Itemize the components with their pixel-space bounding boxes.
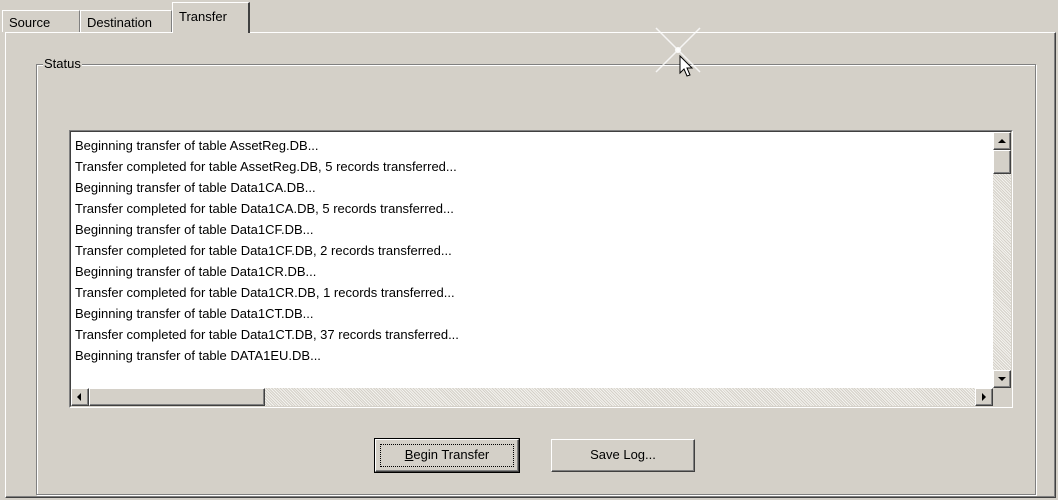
status-group-label: Status <box>43 56 82 71</box>
tab-panel-transfer: Status Beginning transfer of table Asset… <box>5 32 1056 498</box>
scroll-down-button[interactable] <box>993 370 1011 388</box>
horizontal-scroll-thumb[interactable] <box>89 388 265 406</box>
vertical-scrollbar[interactable] <box>993 132 1011 388</box>
save-log-button[interactable]: Save Log... <box>551 439 695 472</box>
arrow-left-icon <box>77 393 81 401</box>
tab-destination[interactable]: Destination <box>80 10 172 32</box>
log-line[interactable]: Beginning transfer of table Data1CF.DB..… <box>75 219 989 240</box>
log-line[interactable]: Beginning transfer of table Data1CR.DB..… <box>75 261 989 282</box>
arrow-down-icon <box>998 377 1006 381</box>
log-line[interactable]: Beginning transfer of table Data1CA.DB..… <box>75 177 989 198</box>
vertical-scroll-thumb[interactable] <box>993 150 1011 174</box>
arrow-up-icon <box>998 139 1006 143</box>
log-lines: Beginning transfer of table AssetReg.DB.… <box>75 135 989 366</box>
tab-transfer[interactable]: Transfer <box>172 2 250 33</box>
begin-transfer-button[interactable]: Begin Transfer <box>374 438 520 473</box>
log-line[interactable]: Transfer completed for table Data1CA.DB,… <box>75 198 989 219</box>
transfer-log-listbox[interactable]: Beginning transfer of table AssetReg.DB.… <box>69 130 1013 408</box>
begin-transfer-label: egin Transfer <box>413 447 490 462</box>
status-groupbox: Status Beginning transfer of table Asset… <box>36 57 1036 495</box>
scroll-right-button[interactable] <box>975 388 993 406</box>
log-line[interactable]: Beginning transfer of table AssetReg.DB.… <box>75 135 989 156</box>
tab-source[interactable]: Source <box>2 10 80 32</box>
log-line[interactable]: Transfer completed for table Data1CR.DB,… <box>75 282 989 303</box>
arrow-right-icon <box>982 393 986 401</box>
log-line[interactable]: Beginning transfer of table DATA1EU.DB..… <box>75 345 989 366</box>
log-line[interactable]: Beginning transfer of table Data1CT.DB..… <box>75 303 989 324</box>
scrollbar-corner <box>993 388 1011 406</box>
log-line[interactable]: Transfer completed for table Data1CT.DB,… <box>75 324 989 345</box>
log-line[interactable]: Transfer completed for table Data1CF.DB,… <box>75 240 989 261</box>
horizontal-scrollbar[interactable] <box>71 388 993 406</box>
scroll-left-button[interactable] <box>71 388 89 406</box>
log-line[interactable]: Transfer completed for table AssetReg.DB… <box>75 156 989 177</box>
scroll-up-button[interactable] <box>993 132 1011 150</box>
